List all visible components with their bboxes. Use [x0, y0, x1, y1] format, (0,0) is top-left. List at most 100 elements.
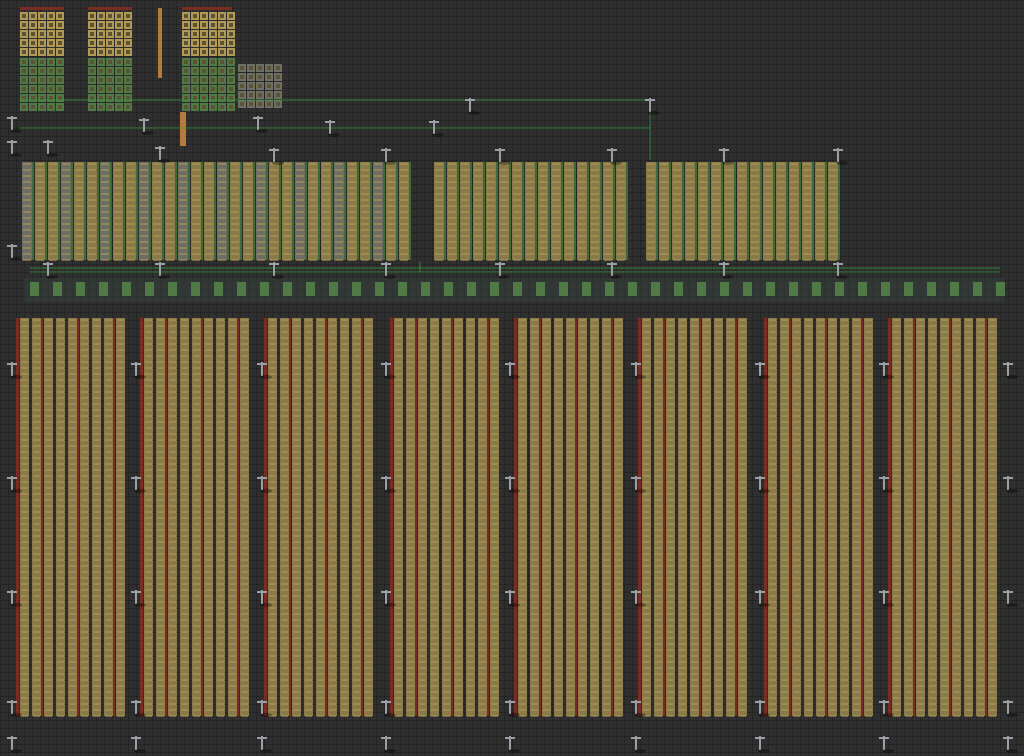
power-pole-icon[interactable] — [7, 590, 22, 607]
power-pole-icon[interactable] — [131, 700, 146, 717]
power-pole-icon[interactable] — [7, 736, 22, 753]
beacon-icon — [743, 282, 752, 296]
beacon-icon — [191, 282, 200, 296]
power-pole-icon[interactable] — [1003, 736, 1018, 753]
power-pole-icon[interactable] — [43, 140, 58, 157]
power-pole-icon[interactable] — [645, 98, 660, 115]
power-pole-icon[interactable] — [7, 116, 22, 133]
beacon-icon — [352, 282, 361, 296]
power-pole-icon[interactable] — [755, 700, 770, 717]
beacon-icon — [628, 282, 637, 296]
power-pole-icon[interactable] — [879, 590, 894, 607]
power-pole-icon[interactable] — [879, 700, 894, 717]
belt-icon — [20, 7, 64, 10]
power-pole-icon[interactable] — [1003, 590, 1018, 607]
power-pole-icon[interactable] — [719, 262, 734, 279]
power-pole-icon[interactable] — [631, 736, 646, 753]
beacon-icon — [283, 282, 292, 296]
power-pole-icon[interactable] — [131, 362, 146, 379]
top-small-assembler-blocks[interactable] — [20, 7, 282, 146]
power-pole-icon[interactable] — [755, 476, 770, 493]
beacon-icon — [122, 282, 131, 296]
power-pole-icon[interactable] — [755, 362, 770, 379]
middle-assembler-rows[interactable] — [22, 162, 840, 261]
power-pole-icon[interactable] — [755, 590, 770, 607]
beacon-icon — [467, 282, 476, 296]
power-pole-icon[interactable] — [495, 262, 510, 279]
power-pole-icon[interactable] — [381, 700, 396, 717]
beacon-icon — [444, 282, 453, 296]
beacon-icon — [973, 282, 982, 296]
beacon-icon — [145, 282, 154, 296]
power-pole-icon[interactable] — [7, 700, 22, 717]
power-pole-icon[interactable] — [1003, 700, 1018, 717]
beacon-icon — [582, 282, 591, 296]
bottom-assembler-blocks[interactable] — [16, 318, 997, 717]
power-pole-icon[interactable] — [465, 98, 480, 115]
beacon-icon — [168, 282, 177, 296]
power-pole-icon[interactable] — [607, 262, 622, 279]
power-pole-icon[interactable] — [505, 590, 520, 607]
power-pole-icon[interactable] — [155, 146, 170, 163]
power-pole-icon[interactable] — [505, 476, 520, 493]
beacon-icon — [605, 282, 614, 296]
beacon-icon — [996, 282, 1005, 296]
power-pole-icon[interactable] — [131, 476, 146, 493]
pipe-icon — [158, 8, 162, 78]
beacon-icon — [53, 282, 62, 296]
power-pole-icon[interactable] — [43, 262, 58, 279]
beacon-icon — [674, 282, 683, 296]
power-pole-icon[interactable] — [381, 476, 396, 493]
beacon-icon — [559, 282, 568, 296]
power-pole-icon[interactable] — [269, 262, 284, 279]
power-pole-icon[interactable] — [1003, 476, 1018, 493]
pipe-icon — [180, 112, 186, 146]
power-pole-icon[interactable] — [879, 362, 894, 379]
beacon-icon — [766, 282, 775, 296]
power-pole-icon[interactable] — [381, 590, 396, 607]
power-pole-icon[interactable] — [879, 476, 894, 493]
power-pole-icon[interactable] — [7, 140, 22, 157]
power-pole-icon[interactable] — [7, 244, 22, 261]
beacon-icon — [490, 282, 499, 296]
power-pole-icon[interactable] — [7, 476, 22, 493]
power-pole-icon[interactable] — [253, 116, 268, 133]
beacon-icon — [375, 282, 384, 296]
beacon-icon — [720, 282, 729, 296]
beacon-icon — [76, 282, 85, 296]
game-map[interactable] — [0, 0, 1024, 756]
factory-layout — [7, 7, 1018, 753]
power-pole-strip[interactable] — [24, 278, 1005, 302]
power-pole-icon[interactable] — [505, 700, 520, 717]
beacon-icon — [237, 282, 246, 296]
beacon-icon — [927, 282, 936, 296]
power-pole-icon[interactable] — [833, 262, 848, 279]
power-pole-icon[interactable] — [1003, 362, 1018, 379]
beacon-icon — [329, 282, 338, 296]
power-pole-icon[interactable] — [879, 736, 894, 753]
beacon-icon — [881, 282, 890, 296]
power-pole-icon[interactable] — [381, 362, 396, 379]
beacon-icon — [950, 282, 959, 296]
beacon-icon — [812, 282, 821, 296]
power-pole-icon[interactable] — [257, 736, 272, 753]
belt-icon — [88, 7, 132, 10]
power-pole-icon[interactable] — [381, 262, 396, 279]
power-pole-icon[interactable] — [755, 736, 770, 753]
power-pole-icon[interactable] — [131, 590, 146, 607]
belt-icon — [182, 7, 232, 10]
power-pole-icon[interactable] — [139, 118, 154, 135]
beacon-icon — [858, 282, 867, 296]
power-pole-icon[interactable] — [381, 736, 396, 753]
beacon-icon — [260, 282, 269, 296]
beacon-icon — [398, 282, 407, 296]
beacon-icon — [421, 282, 430, 296]
beacon-icon — [214, 282, 223, 296]
power-pole-icon[interactable] — [155, 262, 170, 279]
power-pole-icon[interactable] — [7, 362, 22, 379]
beacon-icon — [789, 282, 798, 296]
beacon-icon — [30, 282, 39, 296]
power-pole-icon[interactable] — [505, 362, 520, 379]
power-pole-icon[interactable] — [505, 736, 520, 753]
power-pole-icon[interactable] — [131, 736, 146, 753]
